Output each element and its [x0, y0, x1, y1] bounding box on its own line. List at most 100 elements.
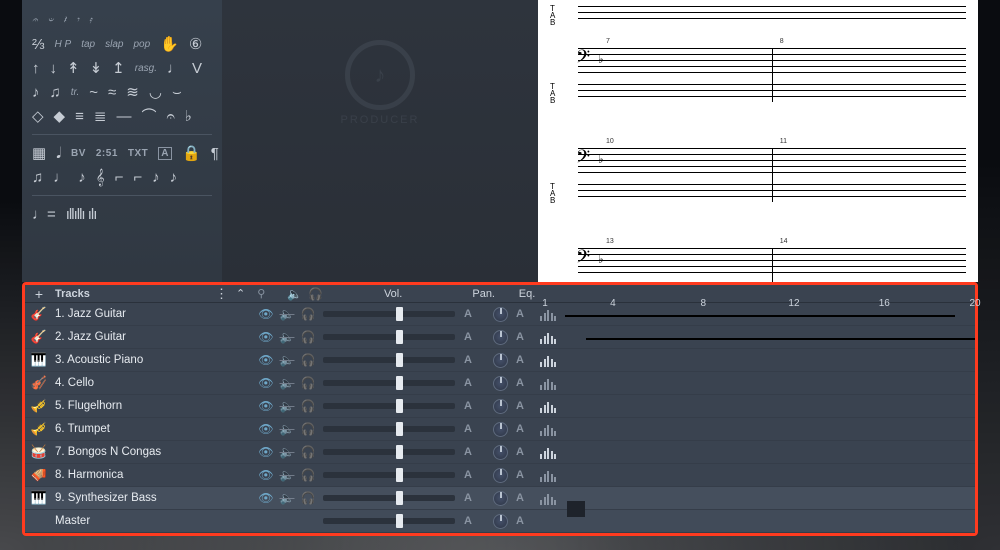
track-row[interactable]: 🎺6. Trumpet👁🔈🎧AA: [25, 418, 975, 441]
pan-auto[interactable]: A: [513, 446, 527, 458]
vol-auto[interactable]: A: [461, 446, 475, 458]
pan-knob[interactable]: [493, 307, 508, 322]
hand-icon[interactable]: ✋: [160, 37, 179, 52]
bv-label[interactable]: BV: [71, 148, 86, 159]
dynamic-glyph[interactable]: 𝄿: [89, 15, 92, 26]
volume-slider[interactable]: [323, 380, 455, 386]
visibility-icon[interactable]: 👁: [259, 445, 274, 460]
mute-icon[interactable]: 🔈: [280, 422, 295, 437]
track-row[interactable]: 🎹9. Synthesizer Bass👁🔈🎧AA: [25, 487, 975, 510]
track-row[interactable]: 🪗8. Harmonica👁🔈🎧AA: [25, 464, 975, 487]
glyph[interactable]: ⌐: [115, 170, 124, 185]
mute-icon[interactable]: 🔈: [280, 307, 295, 322]
pin-icon[interactable]: ⚲: [257, 287, 265, 300]
glyph[interactable]: ♩: [53, 170, 68, 185]
glyph[interactable]: ♪: [170, 170, 178, 185]
glyph[interactable]: ◆: [54, 109, 66, 124]
glyph[interactable]: ↑: [32, 61, 40, 76]
track-row[interactable]: 🎸2. Jazz Guitar👁🔈🎧AA: [25, 326, 975, 349]
dynamic-glyph[interactable]: 𝄑: [48, 15, 54, 26]
vol-auto[interactable]: A: [461, 331, 475, 343]
solo-icon[interactable]: 🎧: [301, 307, 316, 322]
track-name[interactable]: 1. Jazz Guitar: [53, 308, 235, 320]
master-row[interactable]: MasterAA: [25, 510, 975, 533]
eq-icon[interactable]: [540, 377, 556, 390]
trill-label[interactable]: tr.: [71, 87, 80, 98]
grid-icon[interactable]: ▦: [32, 146, 46, 161]
pan-knob[interactable]: [493, 353, 508, 368]
visibility-icon[interactable]: 👁: [259, 307, 274, 322]
solo-icon[interactable]: 🎧: [301, 491, 316, 506]
glyph[interactable]: ⌐: [133, 170, 142, 185]
track-name[interactable]: 8. Harmonica: [53, 469, 235, 481]
pan-auto[interactable]: A: [513, 492, 527, 504]
eq-icon[interactable]: [540, 492, 556, 505]
track-row[interactable]: 🎻4. Cello👁🔈🎧AA: [25, 372, 975, 395]
mute-icon[interactable]: 🔈: [280, 399, 295, 414]
pop-label[interactable]: pop: [133, 39, 150, 50]
glyph[interactable]: ≈: [108, 85, 116, 100]
mute-icon[interactable]: 🔈: [280, 468, 295, 483]
dynamic-glyph[interactable]: 𝄾: [76, 15, 79, 26]
pilcrow-icon[interactable]: ¶: [211, 146, 219, 161]
circle6-icon[interactable]: ⑥: [189, 37, 202, 52]
solo-icon[interactable]: 🎧: [301, 399, 316, 414]
mute-icon[interactable]: 🔈: [280, 491, 295, 506]
glyph[interactable]: ≋: [126, 85, 139, 100]
pan-knob[interactable]: [493, 376, 508, 391]
eq-icon[interactable]: [540, 469, 556, 482]
glyph[interactable]: ◇: [32, 109, 44, 124]
eq-icon[interactable]: [540, 446, 556, 459]
track-name[interactable]: 4. Cello: [53, 377, 235, 389]
meter-icon[interactable]: ıllıllı ılı: [66, 207, 97, 222]
pan-auto[interactable]: A: [513, 469, 527, 481]
rasg-label[interactable]: rasg.: [135, 63, 157, 74]
track-row[interactable]: 🥁7. Bongos N Congas👁🔈🎧AA: [25, 441, 975, 464]
visibility-icon[interactable]: 👁: [259, 399, 274, 414]
vol-auto[interactable]: A: [461, 377, 475, 389]
mute-icon[interactable]: 🔈: [280, 330, 295, 345]
glyph[interactable]: ♪: [152, 170, 160, 185]
vol-auto[interactable]: A: [461, 492, 475, 504]
eq-icon[interactable]: [540, 308, 556, 321]
track-name[interactable]: 9. Synthesizer Bass: [53, 492, 235, 504]
glyph[interactable]: ≡: [75, 109, 84, 124]
glyph[interactable]: ♩: [167, 61, 182, 76]
lock-icon[interactable]: 🔒: [182, 146, 201, 161]
glyph[interactable]: ♫: [50, 85, 61, 100]
glyph[interactable]: ~: [89, 85, 98, 100]
pan-knob[interactable]: [493, 491, 508, 506]
track-row[interactable]: 🎹3. Acoustic Piano👁🔈🎧AA: [25, 349, 975, 372]
slap-label[interactable]: slap: [105, 39, 123, 50]
track-row[interactable]: 🎸1. Jazz Guitar👁🔈🎧AA: [25, 303, 975, 326]
eq-icon[interactable]: [540, 331, 556, 344]
clip[interactable]: [586, 338, 976, 340]
solo-icon[interactable]: 🎧: [301, 468, 316, 483]
pan-auto[interactable]: A: [513, 515, 527, 527]
pan-knob[interactable]: [493, 468, 508, 483]
track-name[interactable]: 5. Flugelhorn: [53, 400, 235, 412]
visibility-icon[interactable]: 👁: [259, 376, 274, 391]
track-row[interactable]: 🎺5. Flugelhorn👁🔈🎧AA: [25, 395, 975, 418]
visibility-icon[interactable]: 👁: [259, 468, 274, 483]
volume-slider[interactable]: [323, 449, 455, 455]
visibility-icon[interactable]: 👁: [259, 330, 274, 345]
vol-auto[interactable]: A: [461, 469, 475, 481]
pan-auto[interactable]: A: [513, 377, 527, 389]
pan-knob[interactable]: [493, 422, 508, 437]
volume-slider[interactable]: [323, 495, 455, 501]
pan-knob[interactable]: [493, 330, 508, 345]
score-page[interactable]: TAB𝄢♭78TAB𝄢♭1011TAB𝄢♭1314TAB: [538, 0, 978, 282]
volume-slider[interactable]: [323, 311, 455, 317]
pan-auto[interactable]: A: [513, 423, 527, 435]
master-pan-knob[interactable]: [493, 514, 508, 529]
tap-label[interactable]: tap: [81, 39, 95, 50]
fraction-icon[interactable]: ⅔: [32, 37, 45, 52]
glyph[interactable]: ↓: [50, 61, 58, 76]
glyph[interactable]: ≣: [94, 109, 107, 124]
collapse-icon[interactable]: ⌃: [236, 287, 245, 300]
txt-label[interactable]: TXT: [128, 148, 148, 159]
glyph[interactable]: ♪: [78, 170, 86, 185]
mute-icon[interactable]: 🔈: [280, 353, 295, 368]
vol-auto[interactable]: A: [461, 308, 475, 320]
